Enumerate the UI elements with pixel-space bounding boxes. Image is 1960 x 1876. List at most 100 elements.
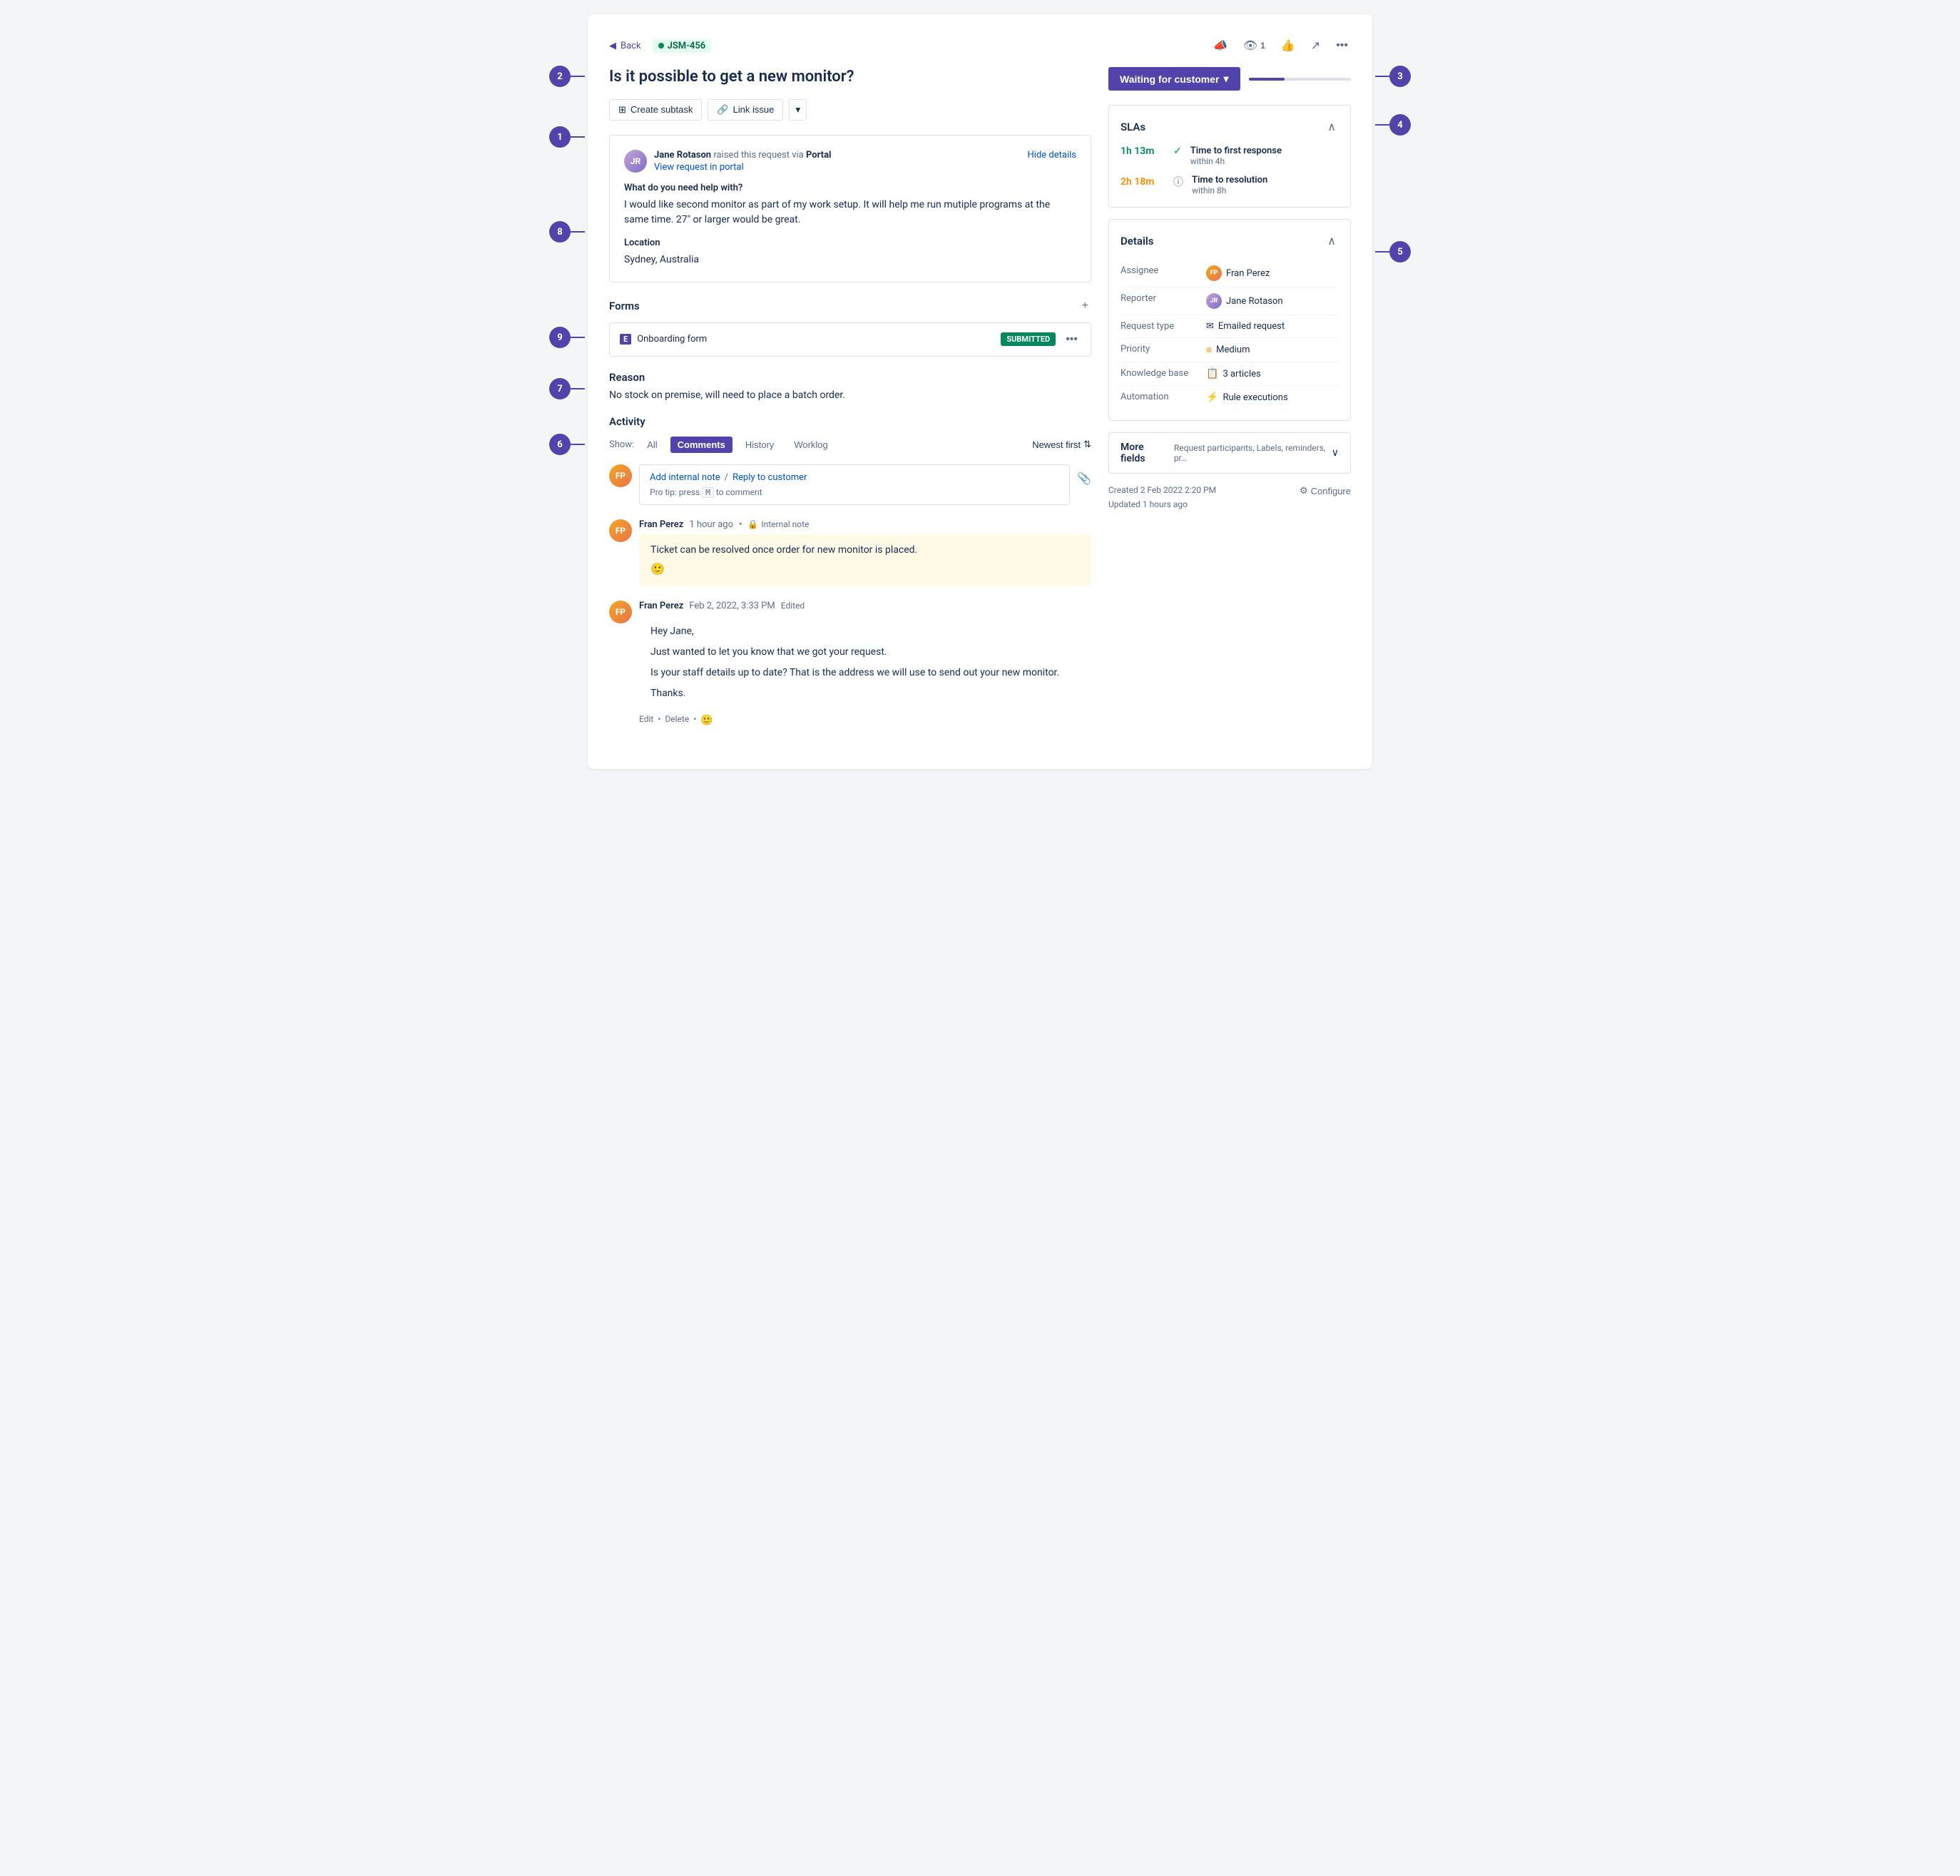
filter-all[interactable]: All <box>640 437 664 453</box>
fran-avatar-2: FP <box>609 601 632 623</box>
status-chevron-icon: ▾ <box>1224 73 1229 85</box>
status-progress <box>1249 78 1351 81</box>
comment-author-1: Fran Perez <box>639 519 683 530</box>
right-column: Waiting for customer ▾ SLAs ∧ <box>1108 67 1351 740</box>
actions-dropdown-button[interactable]: ▾ <box>789 99 807 121</box>
comment-input-area: FP Add internal note / Reply to customer… <box>609 464 1091 505</box>
form-more-icon: ••• <box>1066 333 1078 346</box>
email-icon: ✉ <box>1206 321 1214 332</box>
fran-avatar-1: FP <box>609 519 632 542</box>
add-internal-note-tab[interactable]: Add internal note <box>650 472 720 483</box>
sla-info-2: Time to resolution within 8h <box>1192 175 1267 195</box>
sla-info-icon-2: ⓘ <box>1173 175 1183 189</box>
request-type-key: Request type <box>1121 321 1199 332</box>
filter-worklog[interactable]: Worklog <box>787 437 834 453</box>
reply-customer-tab[interactable]: Reply to customer <box>733 472 807 483</box>
sla-row-1: 1h 13m ✓ Time to first response within 4… <box>1121 146 1339 166</box>
back-link[interactable]: ◀ Back <box>609 41 641 51</box>
add-form-button[interactable]: + <box>1079 297 1091 315</box>
requester-info: JR Jane Rotason raised this request via … <box>624 150 831 173</box>
comment-content-internal: Ticket can be resolved once order for ne… <box>639 534 1091 586</box>
sla-row-2: 2h 18m ⓘ Time to resolution within 8h <box>1121 175 1339 195</box>
form-item: E Onboarding form SUBMITTED ••• <box>609 322 1091 357</box>
priority-key: Priority <box>1121 344 1199 355</box>
share-button[interactable]: ↗ <box>1308 36 1323 56</box>
hide-details-link[interactable]: Hide details <box>1028 150 1076 160</box>
configure-button[interactable]: ⚙ Configure <box>1300 485 1351 496</box>
more-fields-left: More fields Request participants, Labels… <box>1121 442 1332 464</box>
forms-title: Forms <box>609 300 640 312</box>
filter-comments[interactable]: Comments <box>670 437 733 453</box>
knowledge-key: Knowledge base <box>1121 368 1199 379</box>
chevron-down-icon: ∨ <box>1332 447 1339 459</box>
like-button[interactable]: 👍 <box>1278 36 1298 56</box>
details-title: Details <box>1121 235 1153 248</box>
emoji-react-button-1[interactable]: 🙂 <box>650 562 665 576</box>
notify-button[interactable]: 📣 <box>1210 36 1230 56</box>
filter-left: Show: All Comments History Worklog <box>609 437 835 453</box>
form-e-badge: E <box>620 334 631 345</box>
create-subtask-button[interactable]: ⊞ Create subtask <box>609 99 702 121</box>
book-icon: 📋 <box>1206 368 1218 379</box>
comment-header-internal: Fran Perez 1 hour ago • 🔒 Internal note <box>639 519 1091 530</box>
callout-6: 6 <box>549 434 585 455</box>
activity-filter: Show: All Comments History Worklog Newes… <box>609 437 1091 453</box>
form-more-button[interactable]: ••• <box>1063 330 1081 349</box>
details-card: Details ∧ Assignee FP Fran Perez Repo <box>1108 219 1351 421</box>
status-button[interactable]: Waiting for customer ▾ <box>1108 67 1240 91</box>
details-chevron-up-icon: ∧ <box>1327 234 1336 248</box>
requester-avatar: JR <box>624 150 647 173</box>
edited-badge: Edited <box>781 601 805 611</box>
filter-history[interactable]: History <box>738 437 781 453</box>
more-fields[interactable]: More fields Request participants, Labels… <box>1108 432 1351 474</box>
priority-icon: ≡ <box>1206 344 1212 356</box>
reporter-avatar: JR <box>1206 293 1222 309</box>
callout-2: 2 <box>549 66 585 87</box>
sla-collapse-button[interactable]: ∧ <box>1324 117 1339 137</box>
comment-actions: Edit • Delete • 🙂 <box>639 714 1091 726</box>
edit-comment-link[interactable]: Edit <box>639 714 653 726</box>
link-icon: 🔗 <box>717 104 728 116</box>
link-issue-button[interactable]: 🔗 Link issue <box>708 99 783 121</box>
chevron-up-icon: ∧ <box>1327 120 1336 134</box>
form-name: Onboarding form <box>637 334 707 345</box>
emoji-react-button-2[interactable]: 🙂 <box>700 714 713 726</box>
attachment-button[interactable]: 📎 <box>1077 471 1091 486</box>
watch-button[interactable]: 👁 1 <box>1240 36 1268 56</box>
callout-3: 3 <box>1375 66 1411 87</box>
internal-badge: 🔒 Internal note <box>747 519 809 529</box>
automation-val: ⚡ Rule executions <box>1206 392 1288 403</box>
view-portal-link[interactable]: View request in portal <box>654 162 831 173</box>
callout-9: 9 <box>549 327 585 348</box>
lock-icon: 🔒 <box>747 519 758 529</box>
meta-info: Created 2 Feb 2022 2:20 PM Updated 1 hou… <box>1108 485 1216 514</box>
status-bar: Waiting for customer ▾ <box>1108 67 1351 91</box>
bell-icon: 📣 <box>1213 39 1227 53</box>
reason-section: Reason No stock on premise, will need to… <box>609 371 1091 401</box>
delete-comment-link[interactable]: Delete <box>665 714 689 726</box>
issue-title: Is it possible to get a new monitor? <box>609 67 1091 88</box>
details-collapse-button[interactable]: ∧ <box>1324 231 1339 251</box>
activity-title: Activity <box>609 415 1091 428</box>
more-options-button[interactable]: ••• <box>1333 36 1351 55</box>
action-bar: ⊞ Create subtask 🔗 Link issue ▾ <box>609 99 1091 121</box>
forms-header: Forms + <box>609 297 1091 315</box>
form-item-left: E Onboarding form <box>620 334 707 345</box>
comment-tabs: Add internal note / Reply to customer <box>650 472 1059 483</box>
left-column: Is it possible to get a new monitor? ⊞ C… <box>609 67 1091 740</box>
meta-row: Created 2 Feb 2022 2:20 PM Updated 1 hou… <box>1108 485 1351 514</box>
newest-first-button[interactable]: Newest first ⇅ <box>1032 439 1091 450</box>
sla-time-1: 1h 13m <box>1121 146 1170 157</box>
sort-icon: ⇅ <box>1083 439 1091 450</box>
comment-body-regular: Fran Perez Feb 2, 2022, 3:33 PM Edited H… <box>639 601 1091 726</box>
updated-info: Updated 1 hours ago <box>1108 499 1216 509</box>
callout-7: 7 <box>549 378 585 399</box>
sla-time-2: 2h 18m <box>1121 176 1170 188</box>
priority-val: ≡ Medium <box>1206 344 1250 356</box>
reason-title: Reason <box>609 371 1091 384</box>
activity-section: Activity Show: All Comments History Work… <box>609 415 1091 726</box>
comment-box: Add internal note / Reply to customer Pr… <box>639 464 1070 505</box>
location-label: Location <box>624 238 1076 248</box>
more-fields-title: More fields <box>1121 442 1168 464</box>
reporter-val: JR Jane Rotason <box>1206 293 1283 309</box>
